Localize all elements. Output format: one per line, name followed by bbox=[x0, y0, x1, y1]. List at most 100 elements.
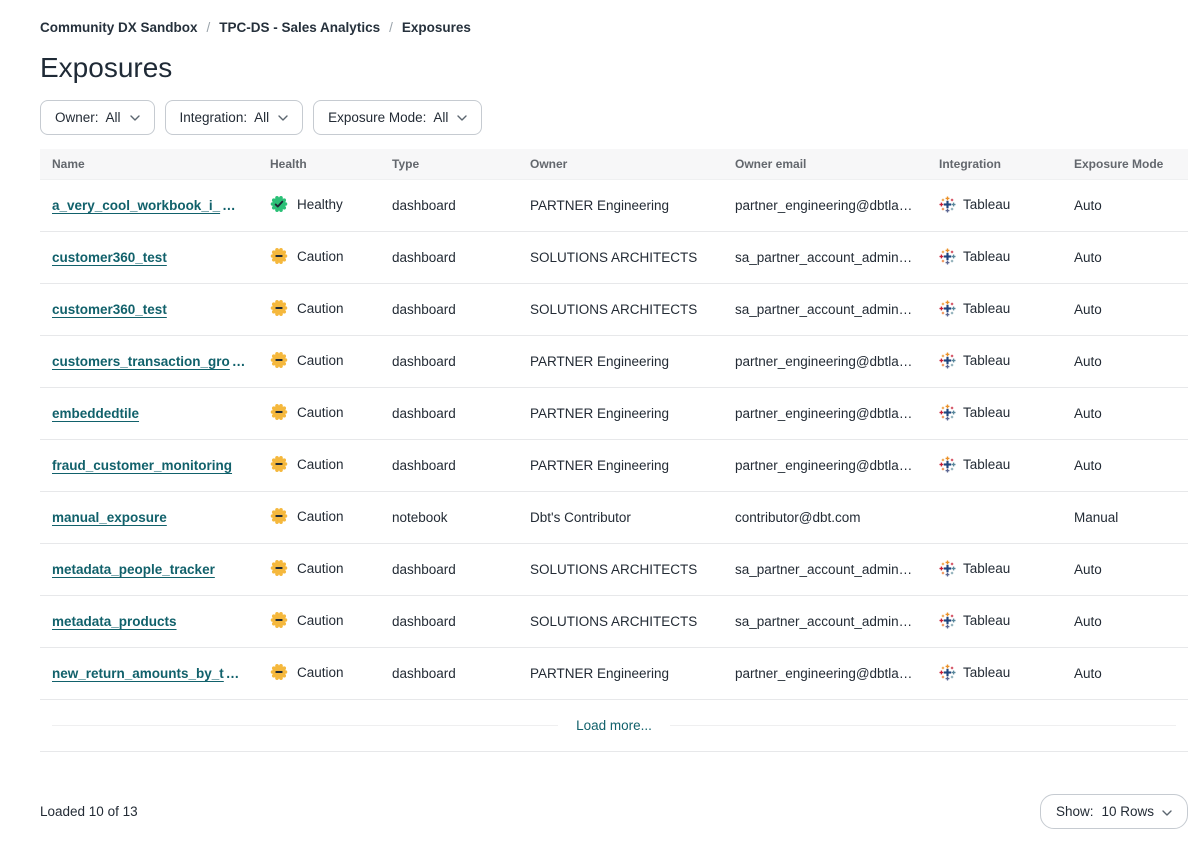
page: Community DX Sandbox / TPC-DS - Sales An… bbox=[0, 0, 1198, 829]
health-status-label: Caution bbox=[297, 405, 344, 420]
show-label: Show: bbox=[1056, 804, 1094, 819]
load-more-link[interactable]: Load more... bbox=[558, 718, 670, 733]
filter-bar: Owner: All Integration: All Exposure Mod… bbox=[40, 100, 1188, 135]
table-row: embeddedtileCautiondashboardPARTNER Engi… bbox=[40, 388, 1188, 440]
table-row: a_very_cool_workbook_i_…Healthydashboard… bbox=[40, 180, 1188, 232]
cell-exposure-mode: Auto bbox=[1062, 596, 1188, 648]
exposure-name-link[interactable]: customer360_test bbox=[52, 302, 167, 317]
cell-owner: PARTNER Engineering bbox=[518, 648, 723, 700]
cell-type: dashboard bbox=[380, 180, 518, 232]
table-row: customer360_test CautiondashboardSOLUTION… bbox=[40, 232, 1188, 284]
cell-owner-email: contributor@dbt.com bbox=[723, 492, 927, 544]
cell-name: fraud_customer_monitoring bbox=[40, 440, 258, 492]
cell-owner-email: partner_engineering@dbtla… bbox=[723, 648, 927, 700]
table-row: customer360_testCautiondashboardSOLUTION… bbox=[40, 284, 1188, 336]
column-header-name: Name bbox=[40, 149, 258, 180]
integration-label: Tableau bbox=[963, 249, 1010, 264]
cell-type: dashboard bbox=[380, 336, 518, 388]
rows-per-page-dropdown[interactable]: Show: 10 Rows bbox=[1040, 794, 1188, 829]
exposure-name-link[interactable]: customer360_test bbox=[52, 250, 167, 265]
cell-owner-email: partner_engineering@dbtla… bbox=[723, 180, 927, 232]
health-status-label: Caution bbox=[297, 613, 344, 628]
tableau-icon bbox=[939, 560, 956, 577]
table-header: Name Health Type Owner Owner email Integ… bbox=[40, 149, 1188, 180]
cell-type: notebook bbox=[380, 492, 518, 544]
breadcrumb-current: Exposures bbox=[402, 20, 471, 35]
cell-owner: SOLUTIONS ARCHITECTS bbox=[518, 232, 723, 284]
exposure-name-link[interactable]: metadata_products bbox=[52, 614, 177, 629]
exposure-name-link[interactable]: manual_exposure bbox=[52, 510, 167, 525]
exposure-name-link[interactable]: customers_transaction_gro… bbox=[52, 354, 245, 369]
cell-name: metadata_people_tracker bbox=[40, 544, 258, 596]
cell-type: dashboard bbox=[380, 544, 518, 596]
column-header-type: Type bbox=[380, 149, 518, 180]
owner-filter-value: All bbox=[106, 110, 121, 125]
tableau-icon bbox=[939, 300, 956, 317]
cell-exposure-mode: Manual bbox=[1062, 492, 1188, 544]
cell-exposure-mode: Auto bbox=[1062, 544, 1188, 596]
cell-integration: Tableau bbox=[927, 596, 1062, 648]
column-header-exposure-mode: Exposure Mode bbox=[1062, 149, 1188, 180]
integration-filter-dropdown[interactable]: Integration: All bbox=[165, 100, 304, 135]
cell-name: embeddedtile bbox=[40, 388, 258, 440]
tableau-icon bbox=[939, 352, 956, 369]
health-status-label: Caution bbox=[297, 561, 344, 576]
cell-owner-email: sa_partner_account_admin… bbox=[723, 596, 927, 648]
caution-minus-icon bbox=[270, 559, 288, 577]
breadcrumb-package[interactable]: TPC-DS - Sales Analytics bbox=[219, 20, 380, 35]
integration-label: Tableau bbox=[963, 457, 1010, 472]
owner-filter-dropdown[interactable]: Owner: All bbox=[40, 100, 155, 135]
chevron-down-icon bbox=[1162, 804, 1172, 819]
exposure-name-link[interactable]: embeddedtile bbox=[52, 406, 139, 421]
tableau-icon bbox=[939, 404, 956, 421]
caution-minus-icon bbox=[270, 611, 288, 629]
cell-owner: PARTNER Engineering bbox=[518, 336, 723, 388]
chevron-down-icon bbox=[457, 115, 467, 121]
cell-integration: Tableau bbox=[927, 232, 1062, 284]
integration-label: Tableau bbox=[963, 665, 1010, 680]
health-status-label: Caution bbox=[297, 509, 344, 524]
caution-minus-icon bbox=[270, 403, 288, 421]
column-header-health: Health bbox=[258, 149, 380, 180]
integration-label: Tableau bbox=[963, 613, 1010, 628]
health-status-label: Caution bbox=[297, 457, 344, 472]
cell-exposure-mode: Auto bbox=[1062, 336, 1188, 388]
table-row: metadata_productsCautiondashboardSOLUTIO… bbox=[40, 596, 1188, 648]
cell-health: Caution bbox=[258, 336, 380, 388]
cell-owner: PARTNER Engineering bbox=[518, 180, 723, 232]
exposure-name-link[interactable]: new_return_amounts_by_t… bbox=[52, 666, 239, 681]
caution-minus-icon bbox=[270, 455, 288, 473]
cell-owner: SOLUTIONS ARCHITECTS bbox=[518, 544, 723, 596]
exposure-name-link[interactable]: fraud_customer_monitoring bbox=[52, 458, 232, 473]
table-row: new_return_amounts_by_t…Cautiondashboard… bbox=[40, 648, 1188, 700]
health-status-label: Caution bbox=[297, 301, 344, 316]
exposure-mode-filter-dropdown[interactable]: Exposure Mode: All bbox=[313, 100, 482, 135]
cell-owner-email: sa_partner_account_admin… bbox=[723, 232, 927, 284]
cell-health: Caution bbox=[258, 596, 380, 648]
integration-filter-value: All bbox=[254, 110, 269, 125]
cell-owner: Dbt's Contributor bbox=[518, 492, 723, 544]
breadcrumb-project[interactable]: Community DX Sandbox bbox=[40, 20, 198, 35]
table-row: metadata_people_tracker Caution dashboardS… bbox=[40, 544, 1188, 596]
breadcrumb: Community DX Sandbox / TPC-DS - Sales An… bbox=[40, 20, 1188, 35]
cell-type: dashboard bbox=[380, 440, 518, 492]
cell-exposure-mode: Auto bbox=[1062, 232, 1188, 284]
cell-owner-email: sa_partner_account_admin… bbox=[723, 284, 927, 336]
cell-owner-email: partner_engineering@dbtla… bbox=[723, 388, 927, 440]
cell-type: dashboard bbox=[380, 232, 518, 284]
tableau-icon bbox=[939, 664, 956, 681]
integration-label: Tableau bbox=[963, 301, 1010, 316]
cell-owner: PARTNER Engineering bbox=[518, 440, 723, 492]
cell-health: Caution bbox=[258, 232, 380, 284]
cell-name: new_return_amounts_by_t… bbox=[40, 648, 258, 700]
healthy-check-icon bbox=[270, 195, 288, 213]
column-header-owner: Owner bbox=[518, 149, 723, 180]
cell-health: Caution bbox=[258, 388, 380, 440]
cell-name: customer360_test bbox=[40, 284, 258, 336]
exposure-name-link[interactable]: metadata_people_tracker bbox=[52, 562, 215, 577]
cell-integration: Tableau bbox=[927, 388, 1062, 440]
cell-owner: SOLUTIONS ARCHITECTS bbox=[518, 596, 723, 648]
cell-health: Caution bbox=[258, 648, 380, 700]
exposure-name-link[interactable]: a_very_cool_workbook_i_… bbox=[52, 198, 236, 213]
tableau-icon bbox=[939, 612, 956, 629]
